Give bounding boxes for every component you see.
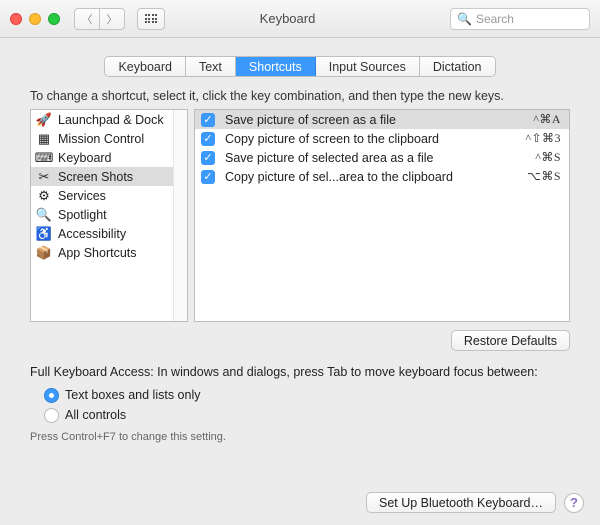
forward-button[interactable]: 〉	[99, 8, 125, 30]
category-mission-control[interactable]: ▦Mission Control	[31, 129, 187, 148]
scrollbar[interactable]	[173, 110, 187, 321]
category-list: 🚀Launchpad & Dock ▦Mission Control ⌨Keyb…	[30, 109, 188, 322]
traffic-lights	[10, 13, 60, 25]
shortcut-keys[interactable]: ⌥⌘S	[527, 169, 561, 184]
services-icon: ⚙	[36, 188, 52, 204]
tab-keyboard[interactable]: Keyboard	[105, 57, 186, 76]
checkbox[interactable]: ✓	[201, 132, 215, 146]
radio-button[interactable]	[44, 408, 59, 423]
search-placeholder: Search	[476, 12, 514, 26]
shortcut-keys[interactable]: ^⌘A	[533, 112, 561, 127]
shortcut-label: Copy picture of screen to the clipboard	[225, 132, 515, 146]
window-titlebar: 〈 〉 Keyboard 🔍 Search	[0, 0, 600, 38]
shortcut-row[interactable]: ✓ Save picture of screen as a file ^⌘A	[195, 110, 569, 129]
spotlight-icon: 🔍	[36, 207, 52, 223]
restore-defaults-button[interactable]: Restore Defaults	[451, 330, 570, 351]
help-button[interactable]: ?	[564, 493, 584, 513]
tab-input-sources[interactable]: Input Sources	[316, 57, 420, 76]
mission-control-icon: ▦	[36, 131, 52, 147]
category-launchpad[interactable]: 🚀Launchpad & Dock	[31, 110, 187, 129]
tab-shortcuts[interactable]: Shortcuts	[236, 57, 316, 76]
zoom-button[interactable]	[48, 13, 60, 25]
category-accessibility[interactable]: ♿Accessibility	[31, 224, 187, 243]
instruction-text: To change a shortcut, select it, click t…	[30, 89, 570, 103]
checkbox[interactable]: ✓	[201, 151, 215, 165]
app-shortcuts-icon: 📦	[36, 245, 52, 261]
tab-bar: Keyboard Text Shortcuts Input Sources Di…	[104, 56, 495, 77]
keyboard-access-hint: Press Control+F7 to change this setting.	[30, 431, 570, 443]
shortcut-row[interactable]: ✓ Copy picture of sel...area to the clip…	[195, 167, 569, 186]
shortcut-label: Save picture of selected area as a file	[225, 151, 525, 165]
shortcut-label: Copy picture of sel...area to the clipbo…	[225, 170, 517, 184]
launchpad-icon: 🚀	[36, 112, 52, 128]
category-keyboard[interactable]: ⌨Keyboard	[31, 148, 187, 167]
radio-all-controls[interactable]: All controls	[44, 405, 570, 425]
radio-button[interactable]	[44, 388, 59, 403]
shortcut-keys[interactable]: ^⇧⌘3	[525, 131, 561, 146]
tab-text[interactable]: Text	[186, 57, 236, 76]
close-button[interactable]	[10, 13, 22, 25]
window-title: Keyboard	[173, 11, 402, 26]
search-input[interactable]: 🔍 Search	[450, 8, 590, 30]
checkbox[interactable]: ✓	[201, 170, 215, 184]
back-button[interactable]: 〈	[74, 8, 100, 30]
chevron-left-icon: 〈	[82, 11, 93, 27]
setup-bluetooth-keyboard-button[interactable]: Set Up Bluetooth Keyboard…	[366, 492, 556, 513]
category-spotlight[interactable]: 🔍Spotlight	[31, 205, 187, 224]
shortcut-row[interactable]: ✓ Copy picture of screen to the clipboar…	[195, 129, 569, 148]
show-all-button[interactable]	[137, 8, 165, 30]
tab-dictation[interactable]: Dictation	[420, 57, 495, 76]
grid-icon	[145, 14, 158, 23]
help-icon: ?	[570, 495, 578, 510]
chevron-right-icon: 〉	[107, 11, 118, 27]
category-screen-shots[interactable]: ✂Screen Shots	[31, 167, 187, 186]
minimize-button[interactable]	[29, 13, 41, 25]
full-keyboard-access-heading: Full Keyboard Access: In windows and dia…	[30, 365, 570, 379]
checkbox[interactable]: ✓	[201, 113, 215, 127]
search-icon: 🔍	[457, 12, 472, 26]
category-app-shortcuts[interactable]: 📦App Shortcuts	[31, 243, 187, 262]
radio-text-boxes-only[interactable]: Text boxes and lists only	[44, 385, 570, 405]
category-services[interactable]: ⚙Services	[31, 186, 187, 205]
accessibility-icon: ♿	[36, 226, 52, 242]
screenshots-icon: ✂	[36, 169, 52, 185]
shortcut-keys[interactable]: ^⌘S	[535, 150, 561, 165]
shortcut-label: Save picture of screen as a file	[225, 113, 523, 127]
shortcut-list: ✓ Save picture of screen as a file ^⌘A ✓…	[194, 109, 570, 322]
keyboard-icon: ⌨	[36, 150, 52, 166]
shortcut-row[interactable]: ✓ Save picture of selected area as a fil…	[195, 148, 569, 167]
